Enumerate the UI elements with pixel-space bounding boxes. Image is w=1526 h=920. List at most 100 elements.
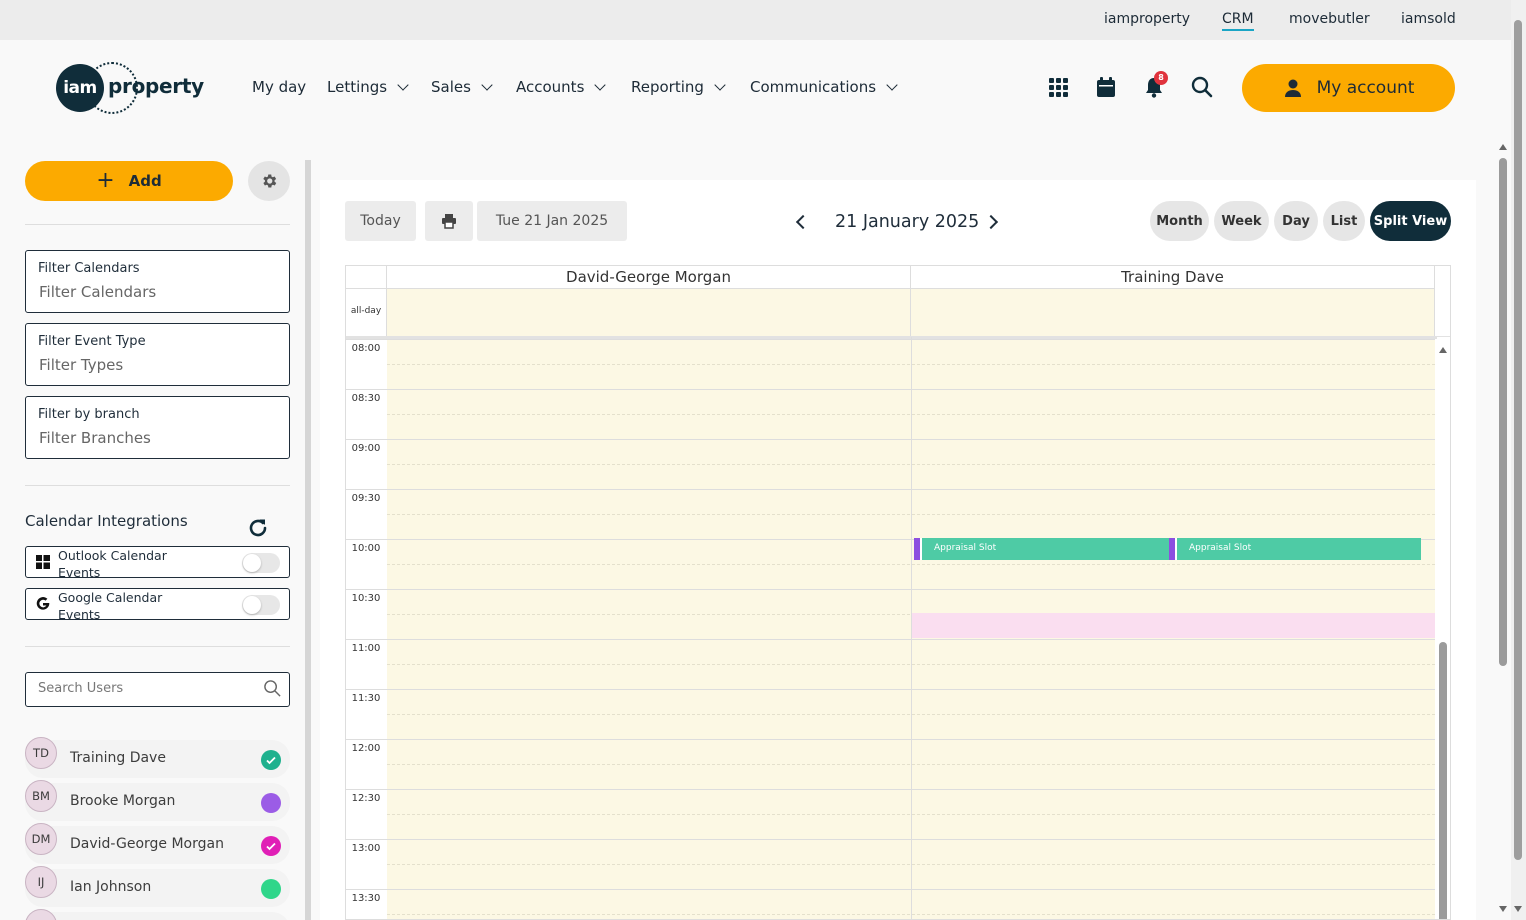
column-header-david-george-morgan: David-George Morgan bbox=[387, 266, 911, 288]
logo-mark: iam bbox=[56, 64, 104, 112]
time-column-header bbox=[346, 266, 387, 288]
check-icon bbox=[266, 756, 276, 765]
top-link-movebutler[interactable]: movebutler bbox=[1289, 11, 1370, 27]
column-header-training-dave: Training Dave bbox=[911, 266, 1435, 288]
add-button[interactable]: + Add bbox=[25, 161, 233, 201]
view-split-button[interactable]: Split View bbox=[1370, 201, 1451, 241]
user-color-dot[interactable] bbox=[261, 793, 281, 813]
time-gridline bbox=[346, 889, 387, 890]
user-name: Brooke Morgan bbox=[70, 793, 176, 809]
top-link-iamproperty[interactable]: iamproperty bbox=[1104, 11, 1190, 27]
user-row-ian-johnson[interactable]: IJ Ian Johnson bbox=[25, 866, 290, 907]
filter-calendars-field[interactable]: Filter Calendars Filter Calendars bbox=[25, 250, 290, 313]
search-users-input[interactable] bbox=[38, 681, 258, 696]
allday-label: all-day bbox=[350, 306, 382, 316]
brand-logo[interactable]: iam property bbox=[56, 62, 206, 114]
nav-lettings[interactable]: Lettings bbox=[327, 78, 409, 96]
time-gridline bbox=[346, 389, 387, 390]
user-row-training-dave[interactable]: TD Training Dave bbox=[25, 737, 290, 778]
time-gridline bbox=[346, 439, 387, 440]
time-label: 11:00 bbox=[351, 643, 381, 654]
user-color-checked[interactable] bbox=[261, 836, 281, 856]
google-toggle[interactable] bbox=[242, 595, 280, 615]
chevron-down-icon bbox=[714, 79, 726, 91]
refresh-icon[interactable] bbox=[246, 516, 270, 540]
print-button[interactable] bbox=[425, 201, 473, 241]
integration-label: Outlook Calendar Events bbox=[58, 548, 167, 580]
filter-event-type-field[interactable]: Filter Event Type Filter Types bbox=[25, 323, 290, 386]
nav-label: Lettings bbox=[327, 78, 388, 96]
logo-word: property bbox=[108, 74, 204, 98]
event-title: Appraisal Slot bbox=[1189, 543, 1252, 553]
allday-cell[interactable] bbox=[911, 288, 1435, 337]
search-icon[interactable] bbox=[263, 679, 282, 698]
user-color-checked[interactable] bbox=[261, 750, 281, 770]
user-row-brooke-morgan[interactable]: BM Brooke Morgan bbox=[25, 780, 290, 821]
nav-label: Communications bbox=[750, 78, 877, 96]
scroll-down-icon[interactable] bbox=[1514, 906, 1522, 912]
allday-cell[interactable] bbox=[387, 288, 911, 337]
chevron-down-icon bbox=[594, 79, 607, 91]
calendar-integrations-title: Calendar Integrations bbox=[25, 512, 188, 530]
outlook-toggle[interactable] bbox=[242, 553, 280, 573]
integration-label: Google Calendar Events bbox=[58, 590, 163, 622]
sidebar-scrollbar[interactable] bbox=[305, 160, 311, 920]
filter-placeholder: Filter Calendars bbox=[39, 283, 157, 301]
time-gridline bbox=[346, 639, 387, 640]
divider bbox=[25, 485, 290, 486]
view-month-button[interactable]: Month bbox=[1150, 201, 1209, 241]
nav-accounts[interactable]: Accounts bbox=[516, 78, 607, 96]
user-name: Ian Johnson bbox=[70, 879, 152, 895]
filter-placeholder: Filter Branches bbox=[39, 429, 151, 447]
calendar-icon[interactable] bbox=[1095, 76, 1119, 100]
time-label: 13:00 bbox=[351, 843, 381, 854]
avatar bbox=[25, 909, 57, 920]
time-label: 08:00 bbox=[351, 343, 381, 354]
apps-grid-icon[interactable] bbox=[1047, 76, 1071, 100]
my-account-button[interactable]: My account bbox=[1242, 64, 1455, 112]
filter-branch-field[interactable]: Filter by branch Filter Branches bbox=[25, 396, 290, 459]
event-title: Appraisal Slot bbox=[934, 543, 997, 553]
nav-my-day[interactable]: My day bbox=[252, 78, 306, 96]
top-link-crm[interactable]: CRM bbox=[1222, 11, 1254, 31]
today-button[interactable]: Today bbox=[345, 201, 416, 241]
check-icon bbox=[266, 842, 276, 851]
content-scroll-thumb[interactable] bbox=[1499, 158, 1507, 666]
time-gridline bbox=[346, 489, 387, 490]
view-day-button[interactable]: Day bbox=[1274, 201, 1318, 241]
user-color-dot[interactable] bbox=[261, 879, 281, 899]
event-appraisal-slot[interactable]: Appraisal Slot bbox=[914, 538, 1169, 560]
toggle-knob bbox=[243, 554, 261, 572]
user-row-david-george-morgan[interactable]: DM David-George Morgan bbox=[25, 823, 290, 864]
highlighted-slot[interactable] bbox=[911, 613, 1435, 638]
scroll-up-icon[interactable] bbox=[1499, 144, 1507, 150]
time-gridline bbox=[346, 839, 387, 840]
scroll-up-icon[interactable] bbox=[1439, 347, 1447, 353]
time-label: 10:30 bbox=[351, 593, 381, 604]
scroll-down-icon[interactable] bbox=[1499, 906, 1507, 912]
time-label: 09:00 bbox=[351, 443, 381, 454]
event-appraisal-slot[interactable]: Appraisal Slot bbox=[1169, 538, 1421, 560]
nav-communications[interactable]: Communications bbox=[750, 78, 898, 96]
view-list-button[interactable]: List bbox=[1323, 201, 1365, 241]
settings-button[interactable] bbox=[248, 161, 290, 201]
user-row-partial[interactable] bbox=[25, 909, 290, 920]
top-link-iamsold[interactable]: iamsold bbox=[1401, 11, 1456, 27]
nav-label: Reporting bbox=[631, 78, 704, 96]
filter-placeholder: Filter Types bbox=[39, 356, 124, 374]
search-users-field bbox=[25, 672, 290, 707]
nav-reporting[interactable]: Reporting bbox=[631, 78, 726, 96]
calendar-scroll-thumb[interactable] bbox=[1439, 642, 1447, 919]
date-picker-field[interactable]: Tue 21 Jan 2025 bbox=[477, 201, 627, 241]
time-label: 13:30 bbox=[351, 893, 381, 904]
search-icon[interactable] bbox=[1191, 76, 1215, 100]
view-week-button[interactable]: Week bbox=[1214, 201, 1269, 241]
windows-icon bbox=[36, 555, 50, 569]
chevron-down-icon bbox=[886, 79, 898, 91]
nav-sales[interactable]: Sales bbox=[431, 78, 493, 96]
page-scroll-thumb[interactable] bbox=[1514, 20, 1522, 860]
divider bbox=[25, 224, 290, 225]
time-label: 12:00 bbox=[351, 743, 381, 754]
time-label: 09:30 bbox=[351, 493, 381, 504]
column-divider bbox=[911, 337, 912, 919]
